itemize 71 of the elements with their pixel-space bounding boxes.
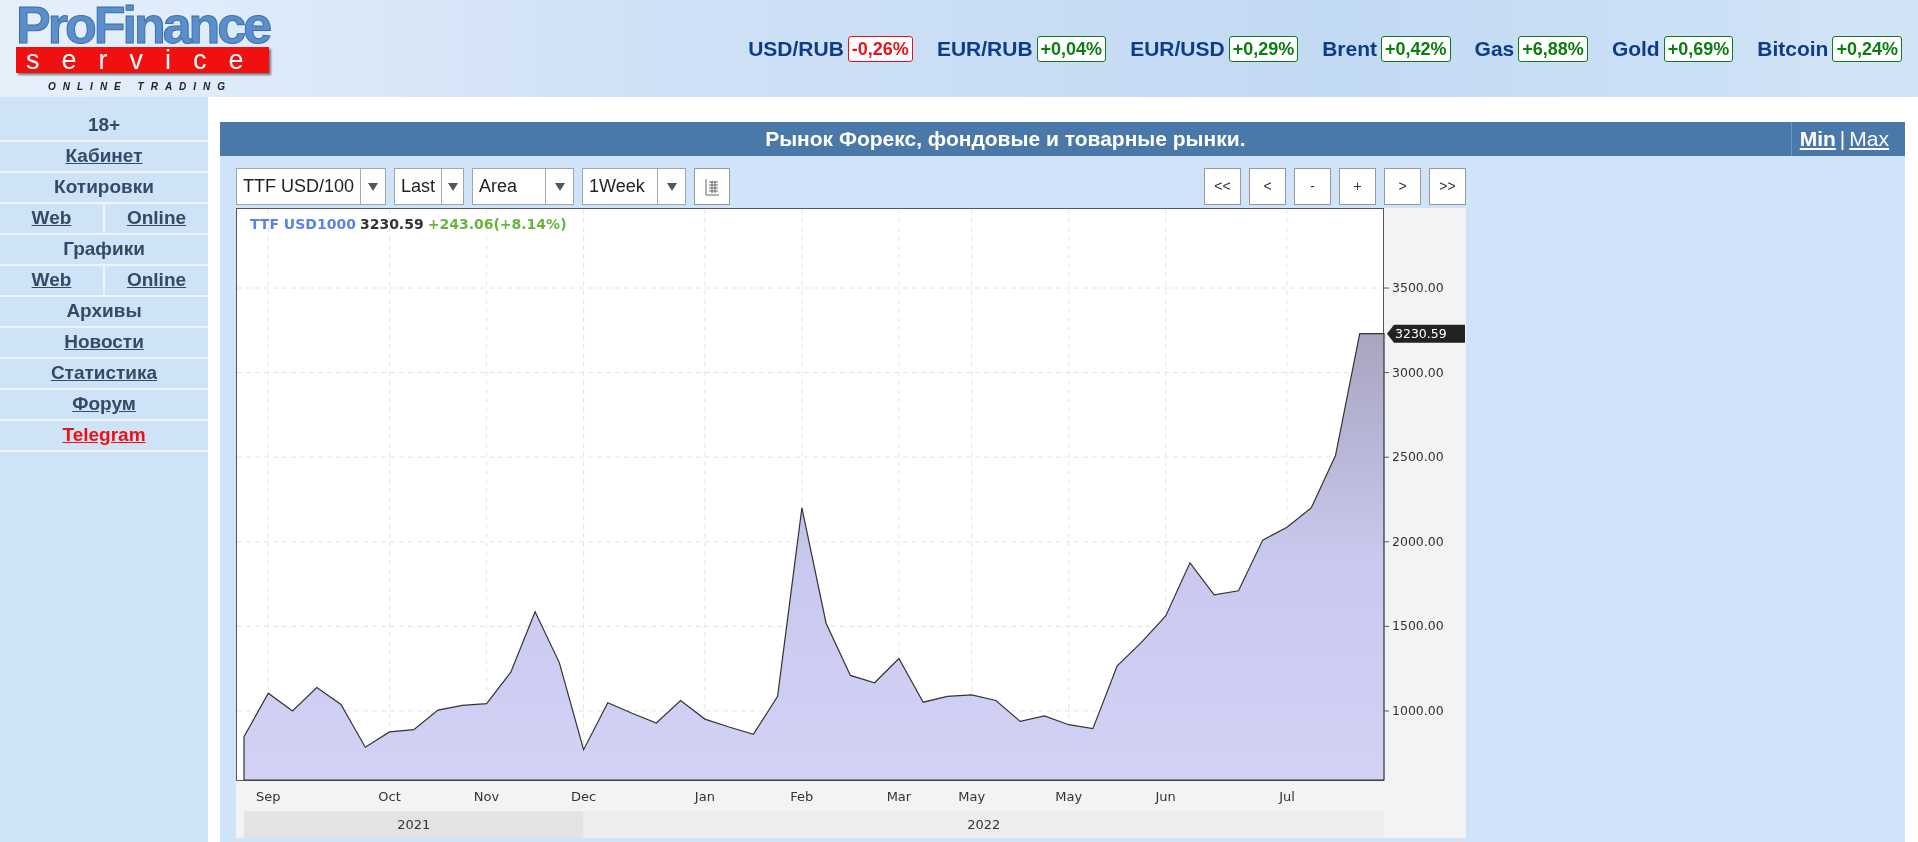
dropdown[interactable]: Area	[472, 168, 574, 205]
caret-icon	[447, 182, 458, 191]
x-tick-label: Sep	[256, 789, 281, 804]
ticker-name[interactable]: EUR/USD	[1130, 32, 1225, 65]
size-link[interactable]: Min	[1799, 123, 1836, 155]
caret-icon	[666, 182, 677, 191]
x-tick-label: May	[1055, 789, 1083, 804]
menu-link[interactable]: Новости	[64, 328, 144, 357]
change-badge: +0,24%	[1832, 35, 1902, 62]
y-tick-label: 1500.00	[1392, 618, 1444, 634]
caret-icon	[554, 182, 565, 191]
change-badge: +0,69%	[1663, 35, 1734, 62]
x-tick-label: Oct	[378, 789, 401, 804]
menu-link[interactable]: Online	[126, 269, 187, 291]
change-badge: +0,04%	[1036, 35, 1107, 62]
x-tick-label: Jun	[1155, 789, 1176, 804]
logo-wordmark: ProFinance	[16, 3, 270, 47]
ticker-name[interactable]: Bitcoin	[1757, 32, 1829, 65]
x-tick-label: Jan	[694, 789, 715, 804]
x-tick-label: Mar	[886, 789, 912, 804]
y-tick-label: 3500.00	[1392, 280, 1444, 295]
y-tick-label: 3000.00	[1392, 364, 1444, 380]
change-badge: +6,88%	[1518, 35, 1588, 62]
x-tick-label: Nov	[473, 789, 500, 804]
menu-link[interactable]: Web	[31, 207, 72, 229]
dropdown[interactable]: Last	[394, 168, 464, 205]
logo-banner: service	[16, 47, 269, 73]
year-label: 2022	[967, 817, 1001, 832]
table-view-button[interactable]	[694, 168, 730, 205]
nav-button[interactable]: -	[1294, 168, 1331, 205]
x-tick-label: Jul	[1279, 789, 1295, 804]
change-badge: -0,26%	[847, 35, 913, 62]
ticker-name[interactable]: EUR/RUB	[936, 32, 1033, 65]
menu-link[interactable]: Online	[126, 207, 187, 229]
ticker-name[interactable]: Brent	[1322, 32, 1378, 65]
legend-price: 3230.59	[359, 215, 424, 234]
nav-button[interactable]: >>	[1429, 168, 1466, 205]
caret-icon	[368, 182, 378, 191]
menu-heading: 18+	[87, 113, 121, 138]
dropdown[interactable]: 1Week	[582, 168, 686, 205]
ticker-name[interactable]: USD/RUB	[748, 32, 844, 65]
logo-tagline: ONLINE TRADING	[48, 80, 234, 94]
x-tick-label: May	[958, 789, 986, 804]
legend-symbol: TTF USD1000	[250, 215, 356, 234]
ticker-name[interactable]: Gold	[1611, 32, 1660, 65]
ticker-name[interactable]: Gas	[1474, 32, 1515, 65]
y-tick-label: 2000.00	[1392, 533, 1444, 549]
nav-button[interactable]: >	[1384, 168, 1421, 205]
dropdown[interactable]: TTF USD/100	[236, 168, 386, 205]
menu-heading: Архивы	[66, 299, 142, 324]
y-tick-label: 1000.00	[1392, 702, 1444, 718]
separator: |	[1839, 126, 1846, 153]
menu-link[interactable]: Форум	[72, 390, 136, 419]
change-badge: +0,29%	[1228, 35, 1299, 62]
y-tick-label: 2500.00	[1392, 449, 1444, 465]
menu-link[interactable]: Статистика	[50, 359, 158, 388]
size-link[interactable]: Max	[1849, 123, 1889, 155]
x-tick-label: Feb	[790, 789, 814, 804]
change-badge: +0,42%	[1381, 35, 1451, 62]
menu-link[interactable]: Кабинет	[65, 142, 143, 171]
menu-link[interactable]: Web	[31, 269, 72, 291]
nav-button[interactable]: <	[1249, 168, 1286, 205]
nav-button[interactable]: +	[1339, 168, 1376, 205]
x-tick-label: Dec	[571, 789, 597, 804]
panel-title: Рынок Форекс, фондовые и товарные рынки.	[764, 126, 1247, 153]
menu-heading: Котировки	[54, 175, 154, 200]
nav-button[interactable]: <<	[1204, 168, 1241, 205]
table-icon	[704, 177, 720, 196]
menu-heading: Графики	[63, 237, 145, 262]
legend-change: +243.06(+8.14%)	[427, 215, 567, 234]
year-label: 2021	[397, 817, 431, 832]
